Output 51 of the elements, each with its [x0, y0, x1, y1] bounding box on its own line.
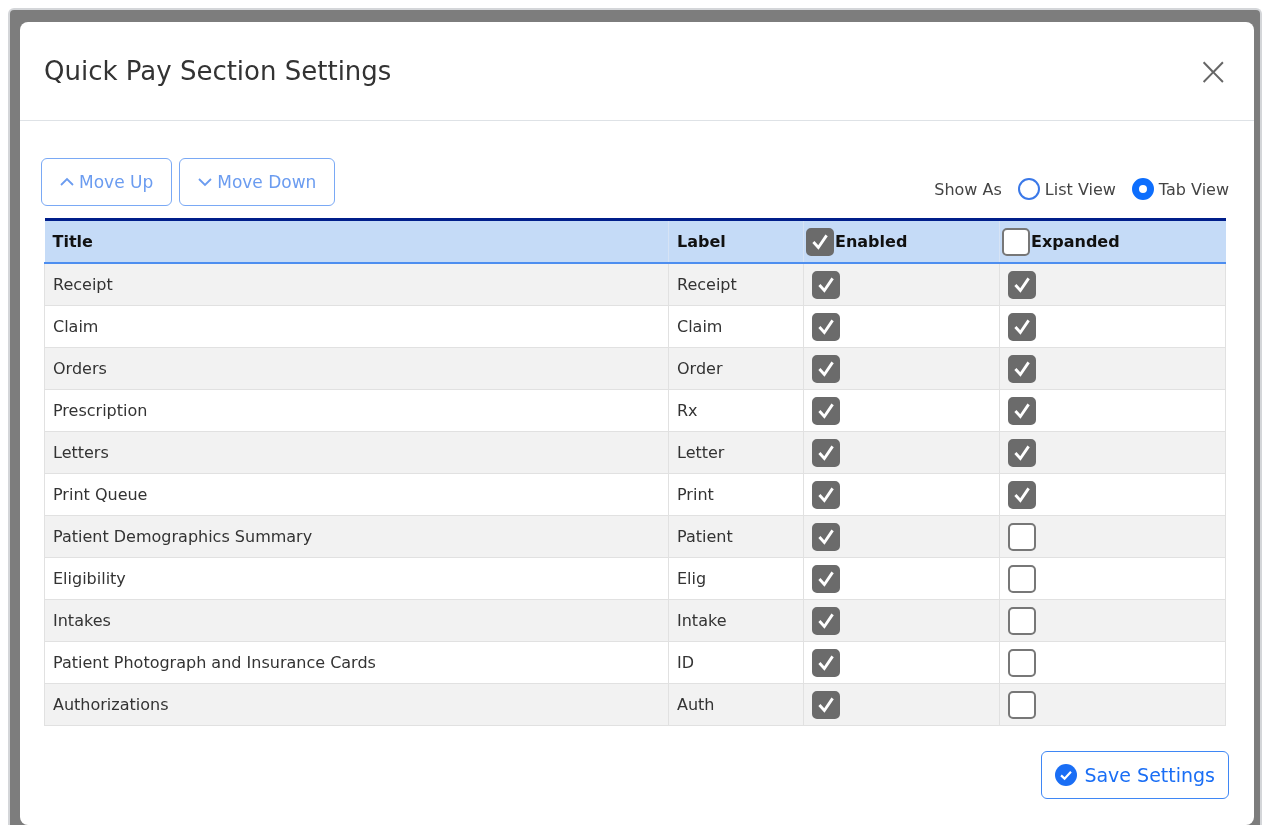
- check-circle-icon: [1055, 764, 1078, 786]
- column-header: Title: [44, 219, 669, 263]
- radio-button[interactable]: [1131, 178, 1154, 200]
- column-header: Expanded: [999, 219, 1226, 263]
- table-cell: Receipt: [668, 263, 804, 306]
- column-header: Label: [668, 219, 804, 263]
- checkbox[interactable]: [812, 522, 840, 551]
- table-cell: Intakes: [44, 599, 669, 642]
- table-cell: Auth: [668, 683, 804, 726]
- dialog-title: Quick Pay Section Settings: [44, 56, 392, 86]
- checkbox[interactable]: [1008, 396, 1036, 425]
- checkbox[interactable]: [806, 227, 834, 256]
- checkbox[interactable]: [1008, 564, 1036, 593]
- table-cell: Patient Demographics Summary: [44, 515, 669, 558]
- checkbox[interactable]: [1008, 606, 1036, 635]
- checkbox[interactable]: [1008, 354, 1036, 383]
- save-settings-button[interactable]: Save Settings: [1041, 751, 1229, 799]
- chevron-down-icon: [198, 177, 213, 187]
- checkbox[interactable]: [812, 690, 840, 719]
- checkbox[interactable]: [812, 270, 840, 299]
- checkbox[interactable]: [1008, 312, 1036, 341]
- checkbox[interactable]: [812, 564, 840, 593]
- radio-button[interactable]: [1017, 178, 1040, 200]
- table-cell: Order: [668, 347, 804, 390]
- checkbox[interactable]: [1008, 648, 1036, 677]
- column-header: Enabled: [803, 219, 1000, 263]
- checkbox[interactable]: [812, 354, 840, 383]
- checkbox[interactable]: [812, 396, 840, 425]
- checkbox[interactable]: [812, 312, 840, 341]
- table-cell: Letter: [668, 431, 804, 474]
- checkbox[interactable]: [1008, 480, 1036, 509]
- table-cell: Authorizations: [44, 683, 669, 726]
- checkbox[interactable]: [812, 480, 840, 509]
- checkbox[interactable]: [1002, 227, 1030, 256]
- radio-label[interactable]: List View: [1044, 179, 1116, 199]
- table-cell: Orders: [44, 347, 669, 390]
- checkbox[interactable]: [1008, 438, 1036, 467]
- checkbox[interactable]: [812, 648, 840, 677]
- checkbox[interactable]: [812, 438, 840, 467]
- chevron-up-icon: [60, 177, 74, 187]
- table-cell: Receipt: [44, 263, 669, 306]
- checkbox[interactable]: [1008, 690, 1036, 719]
- checkbox[interactable]: [1008, 270, 1036, 299]
- radio-label[interactable]: Tab View: [1158, 179, 1229, 199]
- checkbox[interactable]: [1008, 522, 1036, 551]
- close-button[interactable]: ×: [1196, 51, 1230, 91]
- show-as-label: Show As: [934, 179, 1002, 199]
- table-cell: Patient: [668, 515, 804, 558]
- table-cell: Letters: [44, 431, 669, 474]
- table-cell: Intake: [668, 599, 804, 642]
- checkbox[interactable]: [812, 606, 840, 635]
